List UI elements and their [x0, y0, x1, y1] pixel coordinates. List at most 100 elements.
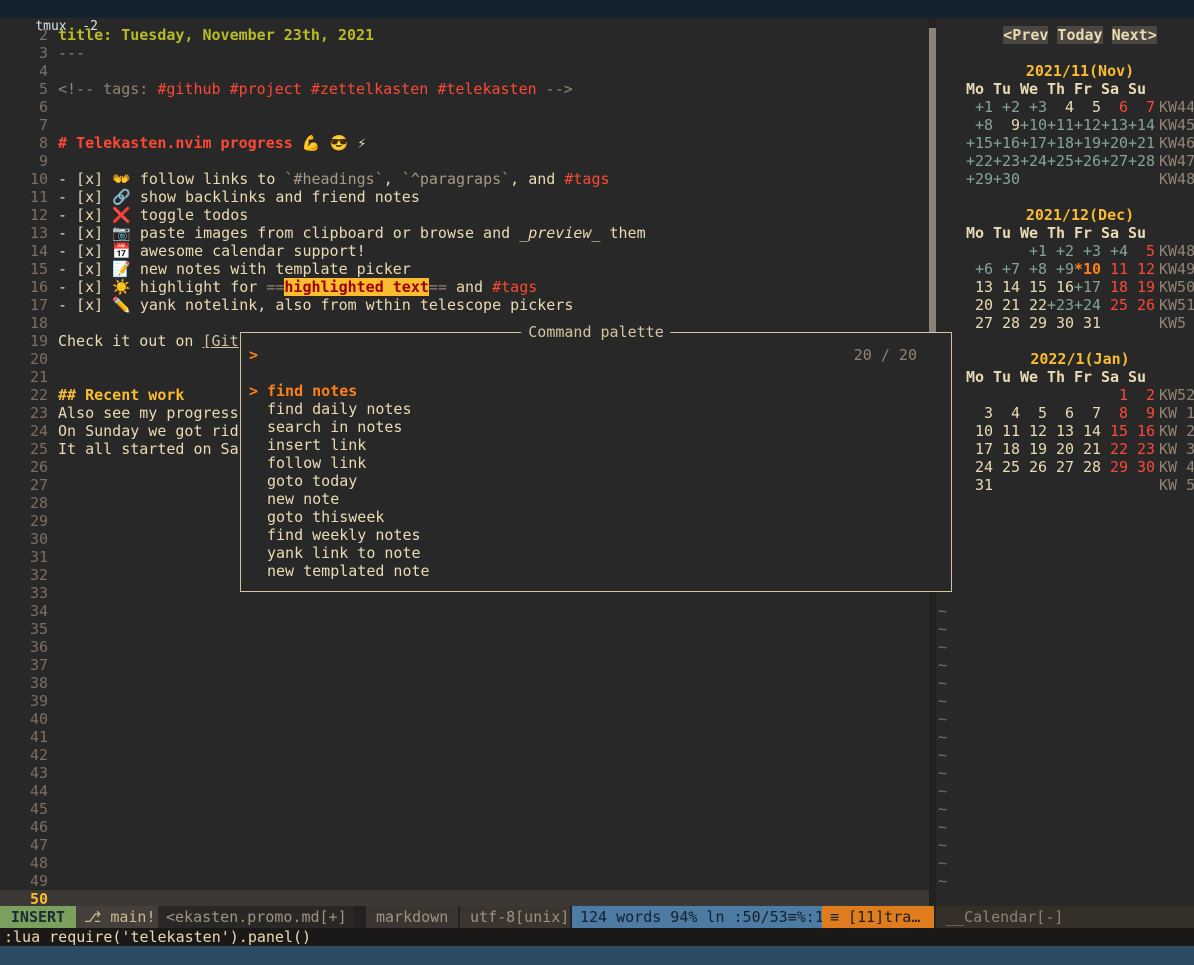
- editor-line[interactable]: 13- [x] 📷 paste images from clipboard or…: [0, 224, 929, 242]
- calendar-day[interactable]: 8: [1101, 404, 1128, 422]
- calendar-day[interactable]: +24: [1074, 296, 1101, 314]
- calendar-day[interactable]: 17: [966, 440, 993, 458]
- editor-line[interactable]: 47: [0, 836, 929, 854]
- scrollbar-thumb[interactable]: [929, 28, 936, 333]
- editor-line[interactable]: 42: [0, 746, 929, 764]
- calendar-day[interactable]: 15: [1020, 278, 1047, 296]
- calendar-day[interactable]: 30: [1047, 314, 1074, 332]
- editor-line[interactable]: 15- [x] 📝 new notes with template picker: [0, 260, 929, 278]
- calendar-day[interactable]: 15: [1101, 422, 1128, 440]
- calendar-day[interactable]: 28: [993, 314, 1020, 332]
- editor-line[interactable]: 34: [0, 602, 929, 620]
- calendar-day[interactable]: [1074, 170, 1101, 188]
- calendar-day[interactable]: +20: [1101, 134, 1128, 152]
- calendar-day[interactable]: 4: [993, 404, 1020, 422]
- calendar-day[interactable]: +14: [1128, 116, 1155, 134]
- palette-item[interactable]: find weekly notes: [241, 526, 951, 544]
- calendar-day[interactable]: 12: [1020, 422, 1047, 440]
- calendar-day[interactable]: [1128, 476, 1155, 494]
- command-line[interactable]: :lua require('telekasten').panel(): [0, 928, 1194, 946]
- calendar-day[interactable]: +4: [1101, 242, 1128, 260]
- calendar-day[interactable]: [1020, 386, 1047, 404]
- calendar-day[interactable]: [1074, 476, 1101, 494]
- calendar-day[interactable]: 24: [966, 458, 993, 476]
- calendar-day[interactable]: +21: [1128, 134, 1155, 152]
- editor-line[interactable]: 40: [0, 710, 929, 728]
- calendar-day[interactable]: [993, 242, 1020, 260]
- editor-line[interactable]: 6: [0, 98, 929, 116]
- calendar-day[interactable]: 4: [1047, 98, 1074, 116]
- calendar-day[interactable]: 30: [1128, 458, 1155, 476]
- calendar-day[interactable]: 23: [1128, 440, 1155, 458]
- calendar-day[interactable]: +17: [1074, 278, 1101, 296]
- calendar-day[interactable]: +11: [1047, 116, 1074, 134]
- calendar-day[interactable]: [993, 476, 1020, 494]
- editor-line[interactable]: 49: [0, 872, 929, 890]
- calendar-day[interactable]: +9: [1047, 260, 1074, 278]
- calendar-day[interactable]: 18: [993, 440, 1020, 458]
- calendar-day[interactable]: +28: [1128, 152, 1155, 170]
- palette-item[interactable]: find daily notes: [241, 400, 951, 418]
- calendar-day[interactable]: +26: [1074, 152, 1101, 170]
- calendar-day[interactable]: 28: [1074, 458, 1101, 476]
- calendar-day[interactable]: +8: [966, 116, 993, 134]
- calendar-day[interactable]: 9: [1128, 404, 1155, 422]
- editor-line[interactable]: 8# Telekasten.nvim progress 💪 😎 ⚡: [0, 134, 929, 152]
- calendar-day[interactable]: +1: [1020, 242, 1047, 260]
- palette-item[interactable]: new note: [241, 490, 951, 508]
- calendar-day[interactable]: +12: [1074, 116, 1101, 134]
- calendar-day[interactable]: +6: [966, 260, 993, 278]
- editor-line[interactable]: 39: [0, 692, 929, 710]
- editor-line[interactable]: 3---: [0, 44, 929, 62]
- calendar-day[interactable]: +10: [1020, 116, 1047, 134]
- calendar-day[interactable]: 1: [1101, 386, 1128, 404]
- calendar-day[interactable]: +3: [1020, 98, 1047, 116]
- calendar-day[interactable]: 10: [966, 422, 993, 440]
- editor-line[interactable]: 5<!-- tags: #github #project #zettelkast…: [0, 80, 929, 98]
- editor-line[interactable]: 18: [0, 314, 929, 332]
- palette-item[interactable]: yank link to note: [241, 544, 951, 562]
- calendar-day[interactable]: [1074, 386, 1101, 404]
- calendar-day[interactable]: +13: [1101, 116, 1128, 134]
- calendar-day[interactable]: 14: [993, 278, 1020, 296]
- calendar-day[interactable]: [993, 386, 1020, 404]
- calendar-day[interactable]: +23: [1047, 296, 1074, 314]
- calendar-day[interactable]: [1101, 314, 1128, 332]
- calendar-day[interactable]: 29: [1020, 314, 1047, 332]
- calendar-day[interactable]: 5: [1020, 404, 1047, 422]
- calendar-day[interactable]: 26: [1020, 458, 1047, 476]
- calendar-day[interactable]: 7: [1128, 98, 1155, 116]
- calendar-day[interactable]: 6: [1101, 98, 1128, 116]
- calendar-day[interactable]: +8: [1020, 260, 1047, 278]
- calendar-day[interactable]: 19: [1128, 278, 1155, 296]
- editor-line[interactable]: 43: [0, 764, 929, 782]
- calendar-day[interactable]: 29: [1101, 458, 1128, 476]
- calendar-day[interactable]: 6: [1047, 404, 1074, 422]
- calendar-day[interactable]: [1128, 314, 1155, 332]
- calendar-day[interactable]: +1: [966, 98, 993, 116]
- calendar-day[interactable]: [1128, 170, 1155, 188]
- palette-item[interactable]: insert link: [241, 436, 951, 454]
- today-button[interactable]: Today: [1057, 26, 1102, 44]
- calendar-day[interactable]: +22: [966, 152, 993, 170]
- calendar-day[interactable]: 5: [1074, 98, 1101, 116]
- calendar-day[interactable]: +15: [966, 134, 993, 152]
- calendar-day[interactable]: [1020, 476, 1047, 494]
- editor-line[interactable]: 9: [0, 152, 929, 170]
- calendar-day[interactable]: +27: [1101, 152, 1128, 170]
- calendar-day[interactable]: 27: [966, 314, 993, 332]
- editor-line[interactable]: 2title: Tuesday, November 23th, 2021: [0, 26, 929, 44]
- calendar-day[interactable]: +30: [993, 170, 1020, 188]
- calendar-day[interactable]: +23: [993, 152, 1020, 170]
- calendar-day[interactable]: 11: [993, 422, 1020, 440]
- calendar-day[interactable]: [966, 386, 993, 404]
- prev-button[interactable]: <Prev: [1003, 26, 1048, 44]
- calendar-day[interactable]: 31: [1074, 314, 1101, 332]
- calendar-day[interactable]: +7: [993, 260, 1020, 278]
- editor-line[interactable]: 50: [0, 890, 929, 906]
- calendar-day[interactable]: [966, 242, 993, 260]
- calendar-day[interactable]: [1101, 476, 1128, 494]
- editor-line[interactable]: 48: [0, 854, 929, 872]
- palette-item[interactable]: >find notes: [241, 382, 951, 400]
- calendar-day[interactable]: 25: [993, 458, 1020, 476]
